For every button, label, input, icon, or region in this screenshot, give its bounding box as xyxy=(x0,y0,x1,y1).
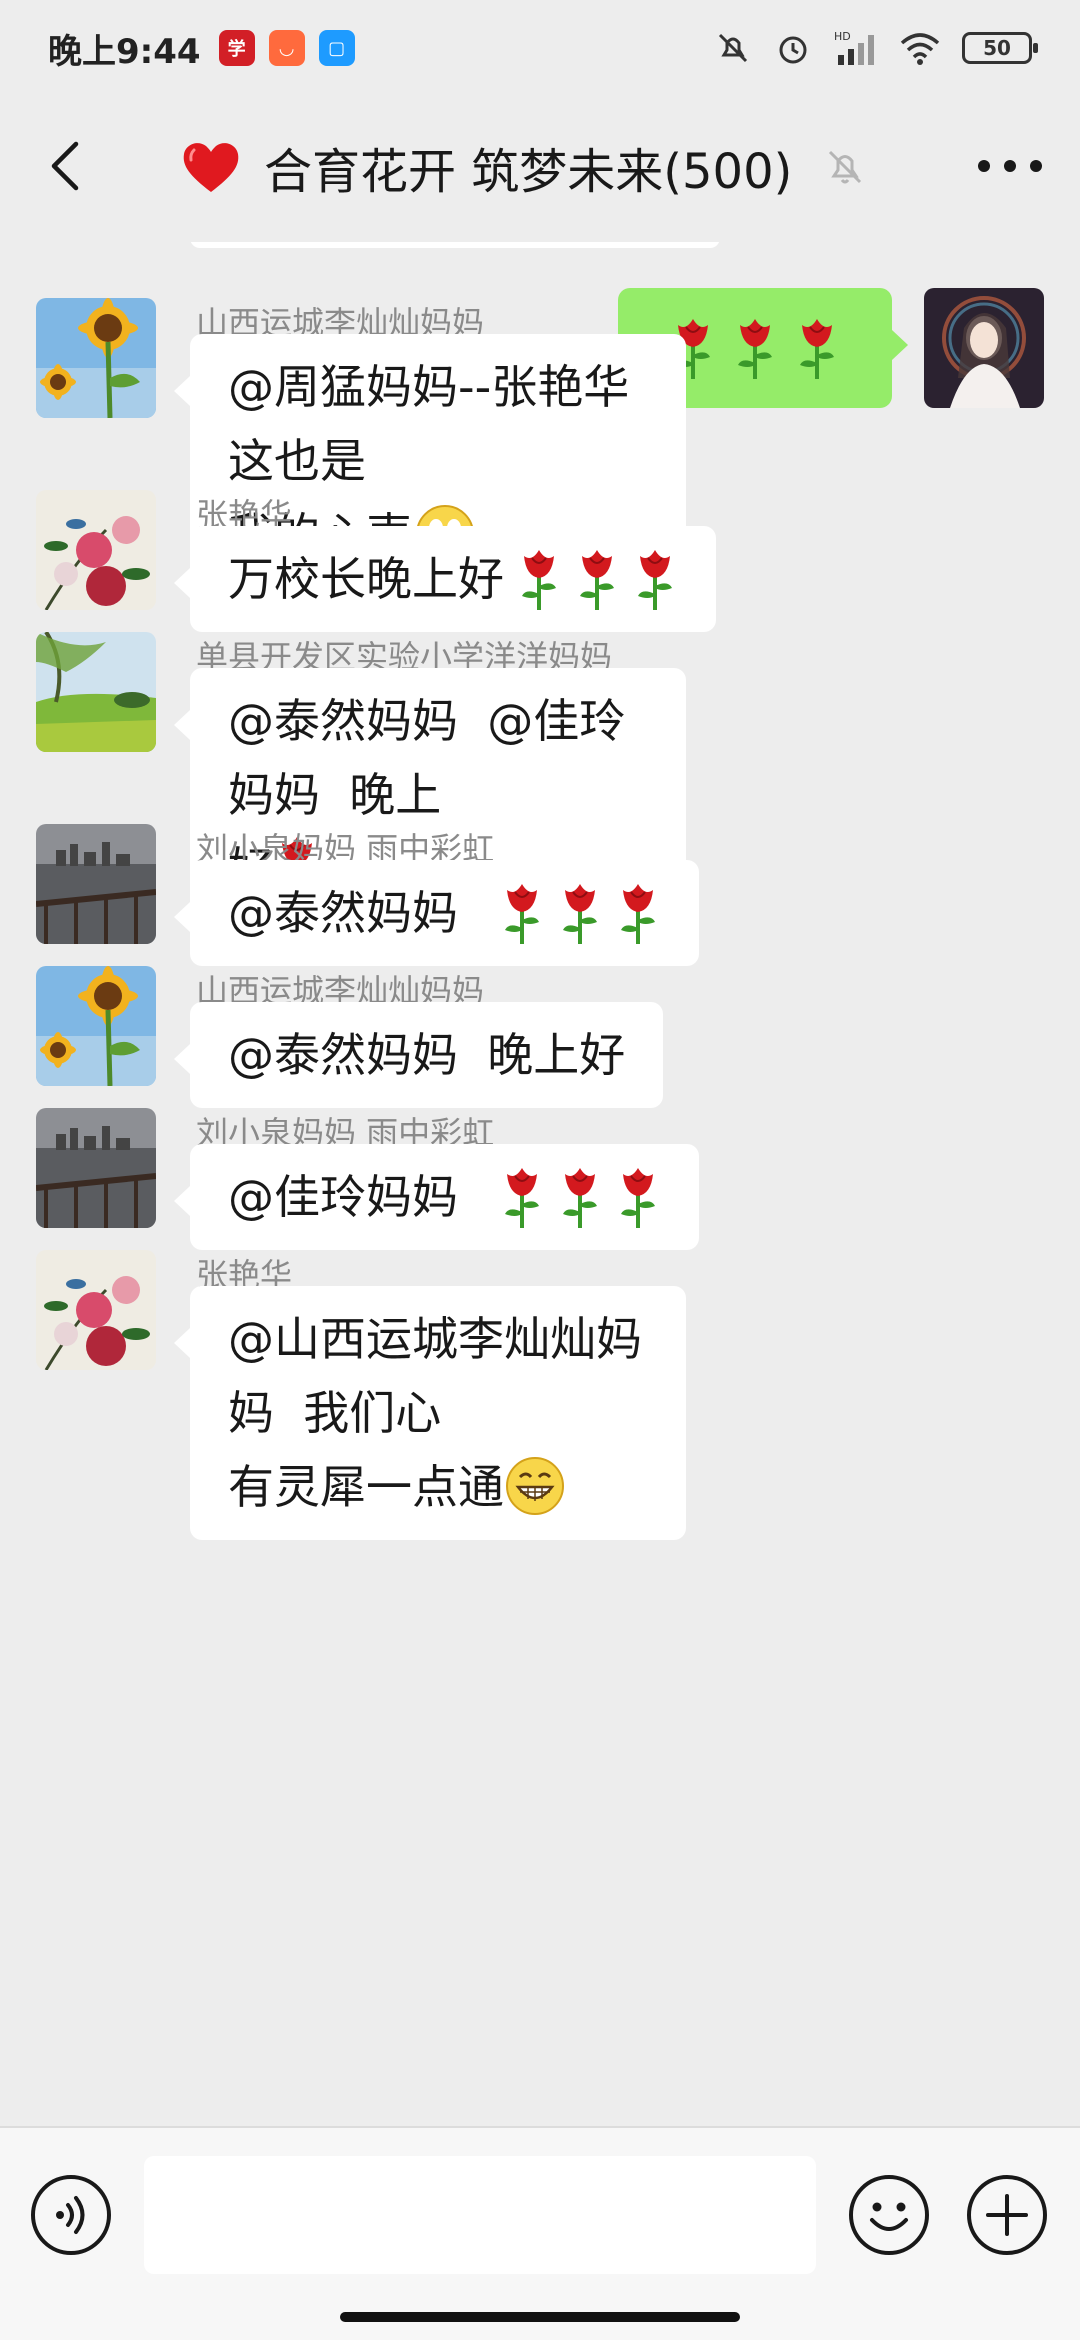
message-input[interactable] xyxy=(144,2156,816,2274)
rose-icon xyxy=(580,550,614,610)
chat-title: 合育花开 筑梦未来(500) xyxy=(180,136,868,200)
voice-input-button[interactable] xyxy=(30,2174,112,2256)
home-indicator[interactable] xyxy=(340,2312,740,2322)
emoji-button[interactable] xyxy=(848,2174,930,2256)
message-bubble[interactable]: 万校长晚上好 xyxy=(174,526,716,632)
message-bubble[interactable]: @泰然妈妈 xyxy=(173,860,700,966)
dot-icon xyxy=(1004,160,1016,172)
plus-button[interactable] xyxy=(966,2174,1048,2256)
message-text: 万校长晚上好 xyxy=(228,552,504,606)
message-bubble[interactable]: @佳玲妈妈 xyxy=(173,1144,700,1250)
rose-icon xyxy=(522,550,556,610)
rose-icon xyxy=(505,884,540,944)
battery-indicator: 50 xyxy=(962,32,1038,64)
rose-icon xyxy=(563,1168,598,1228)
muted-bell-icon xyxy=(829,150,862,184)
lake-city-avatar[interactable] xyxy=(36,824,156,944)
previous-message-bubble[interactable] xyxy=(190,242,720,248)
message-bubble[interactable]: @山西运城李灿灿妈妈 我们心 有灵犀一点通 xyxy=(174,1286,686,1540)
heart-icon xyxy=(183,143,239,192)
message-text: @泰然妈妈 晚上好 xyxy=(228,1028,626,1082)
landscape-avatar[interactable] xyxy=(36,632,156,752)
flower-painting-avatar[interactable] xyxy=(36,1250,156,1370)
rose-icon xyxy=(621,1168,656,1228)
wifi-icon xyxy=(900,33,940,65)
status-time: 晚上9:44 xyxy=(48,31,201,72)
flower-painting-avatar[interactable] xyxy=(36,490,156,610)
chat-title-text: 合育花开 筑梦未来(500) xyxy=(264,144,793,200)
rose-icon xyxy=(621,884,656,944)
message-bubble[interactable]: @泰然妈妈 晚上好 xyxy=(173,1002,664,1108)
status-app-icons: 学 ◡ ▢ xyxy=(218,30,355,66)
my-avatar[interactable] xyxy=(924,288,1044,408)
dot-icon xyxy=(978,160,990,172)
svg-text:HD: HD xyxy=(834,30,851,43)
study-app-icon: 学 xyxy=(218,30,255,66)
message-text: @山西运城李灿灿妈妈 我们心 有灵犀一点通 xyxy=(228,1312,642,1514)
lake-city-avatar[interactable] xyxy=(36,1108,156,1228)
sunflower-avatar[interactable] xyxy=(36,298,156,418)
mute-bell-icon xyxy=(718,33,748,63)
sunflower-avatar[interactable] xyxy=(36,966,156,1086)
rose-icon xyxy=(638,550,672,610)
message-text: @泰然妈妈 xyxy=(228,886,488,940)
input-bar xyxy=(0,2126,1080,2340)
more-options-button[interactable] xyxy=(978,146,1042,186)
status-indicators: HD 50 xyxy=(714,29,1038,67)
signal-icon: HD xyxy=(834,30,874,65)
alarm-icon xyxy=(779,36,807,64)
message-app-icon: ▢ xyxy=(318,30,355,66)
shopping-app-icon: ◡ xyxy=(268,30,305,66)
rose-icon xyxy=(738,319,772,379)
status-bar: 晚上9:44 学 ◡ ▢ HD 50 xyxy=(0,0,1080,96)
rose-icon xyxy=(800,319,834,379)
rose-icon xyxy=(563,884,598,944)
back-button[interactable] xyxy=(38,136,98,196)
rose-icon xyxy=(505,1168,540,1228)
dot-icon xyxy=(1030,160,1042,172)
chat-header: 合育花开 筑梦未来(500) xyxy=(0,96,1080,242)
grin-emoji-icon xyxy=(506,1456,564,1515)
message-text: @佳玲妈妈 xyxy=(228,1170,488,1224)
message-list[interactable]: 山西运城李灿灿妈妈 @周猛妈妈--张艳华 这也是 我的心声 张艳华 万校长晚上好 xyxy=(0,242,1080,2126)
